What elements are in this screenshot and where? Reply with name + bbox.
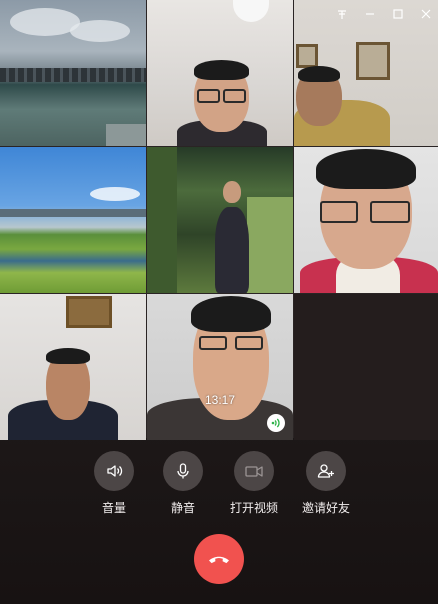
close-icon[interactable] [412, 0, 438, 28]
video-call-window: 13:17 音量 静音 打开视频 邀请好友 [0, 0, 438, 604]
microphone-icon[interactable] [163, 451, 203, 491]
participant-video-5[interactable] [147, 147, 293, 293]
glasses [223, 89, 246, 103]
phone-hangup-icon [209, 556, 229, 564]
person-head [223, 181, 241, 203]
bridge [0, 68, 146, 82]
volume-label: 音量 [101, 501, 126, 515]
participant-video-7[interactable] [0, 294, 146, 440]
speaking-indicator-icon [267, 414, 285, 432]
participant-video-3[interactable] [294, 0, 438, 146]
hang-up-button[interactable] [194, 534, 244, 584]
participant-grid: 13:17 [0, 0, 438, 440]
invite-friends-label: 邀请好友 [301, 501, 350, 515]
distant-hills [0, 209, 146, 217]
glasses [199, 336, 227, 350]
person-hair [46, 348, 90, 364]
participant-video-2[interactable] [147, 0, 293, 146]
call-controls: 音量 静音 打开视频 邀请好友 [0, 451, 438, 521]
minimize-icon[interactable] [356, 0, 384, 28]
invite-friends-button[interactable]: 邀请好友 [286, 451, 366, 516]
railing [106, 124, 146, 146]
cloud [70, 20, 130, 42]
add-user-icon[interactable] [306, 451, 346, 491]
call-timer: 13:17 [204, 393, 236, 407]
wall-decoration [66, 296, 112, 328]
glasses [197, 89, 220, 103]
person-hair [316, 149, 416, 189]
participant-video-6[interactable] [294, 147, 438, 293]
person-hair [194, 60, 249, 80]
pin-icon[interactable] [328, 0, 356, 28]
open-video-label: 打开视频 [229, 501, 278, 515]
lawn [247, 197, 293, 293]
mute-button[interactable]: 静音 [143, 451, 223, 516]
glasses [320, 201, 358, 223]
person-hair [191, 296, 271, 332]
wall-picture [296, 44, 318, 68]
participant-video-4[interactable] [0, 147, 146, 293]
person-body [215, 207, 249, 293]
wall-picture [356, 42, 390, 80]
cloud [90, 187, 140, 201]
mute-label: 静音 [170, 501, 195, 515]
speaker-icon[interactable] [94, 451, 134, 491]
volume-button[interactable]: 音量 [74, 451, 154, 516]
participant-video-8[interactable]: 13:17 [147, 294, 293, 440]
open-video-button[interactable]: 打开视频 [214, 451, 294, 516]
window-controls [328, 0, 438, 28]
glasses [370, 201, 410, 223]
participant-video-1[interactable] [0, 0, 146, 146]
tree [147, 147, 177, 293]
maximize-icon[interactable] [384, 0, 412, 28]
glasses [235, 336, 263, 350]
person-hair [298, 66, 340, 82]
video-camera-icon[interactable] [234, 451, 274, 491]
ceiling-lamp [233, 0, 269, 22]
empty-participant-slot [294, 294, 438, 440]
